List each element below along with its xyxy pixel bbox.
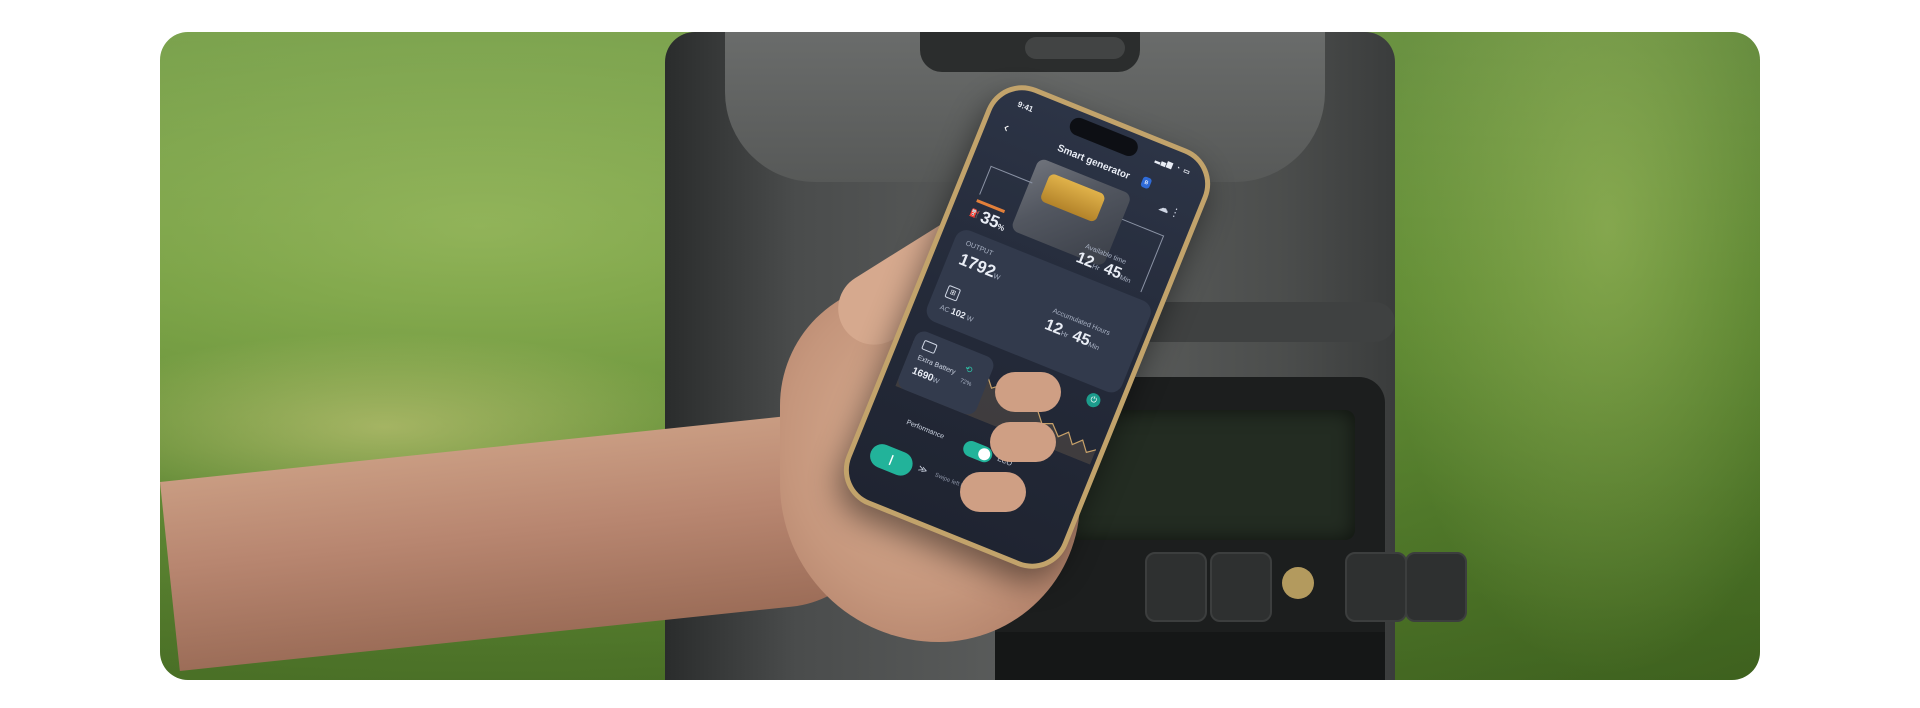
generator-handle-grip bbox=[1025, 37, 1125, 59]
performance-label: Performance bbox=[905, 419, 945, 441]
generator-button bbox=[1145, 552, 1207, 622]
battery-percent: 72% bbox=[958, 378, 973, 389]
outlet-icon: ⊞ bbox=[944, 284, 962, 302]
battery-icon bbox=[921, 339, 938, 355]
output-value: 1792W bbox=[956, 249, 1001, 282]
swipe-handle[interactable]: | bbox=[866, 440, 917, 480]
generator-button bbox=[1345, 552, 1407, 622]
photo-card: 9:41 ▂▄▆ ◔ ▭ ‹ Smart generator ʙ ☁ ⋮ ⛽ 3… bbox=[160, 32, 1760, 680]
finger bbox=[960, 472, 1026, 512]
swipe-arrows-icon: ≫ bbox=[916, 462, 930, 476]
finger bbox=[995, 372, 1061, 412]
generator-button bbox=[1405, 552, 1467, 622]
generator-button bbox=[1210, 552, 1272, 622]
finger bbox=[990, 422, 1056, 462]
toggle-knob bbox=[976, 446, 993, 463]
generator-knob bbox=[1282, 567, 1314, 599]
charging-icon: ⟲ bbox=[963, 363, 975, 376]
status-time: 9:41 bbox=[1016, 99, 1035, 115]
ac-output: AC 102 W bbox=[938, 304, 974, 324]
fuel-icon: ⛽ bbox=[968, 207, 981, 220]
generator-base bbox=[995, 632, 1385, 680]
signal-icons: ▂▄▆ ◔ ▭ bbox=[1154, 156, 1192, 177]
